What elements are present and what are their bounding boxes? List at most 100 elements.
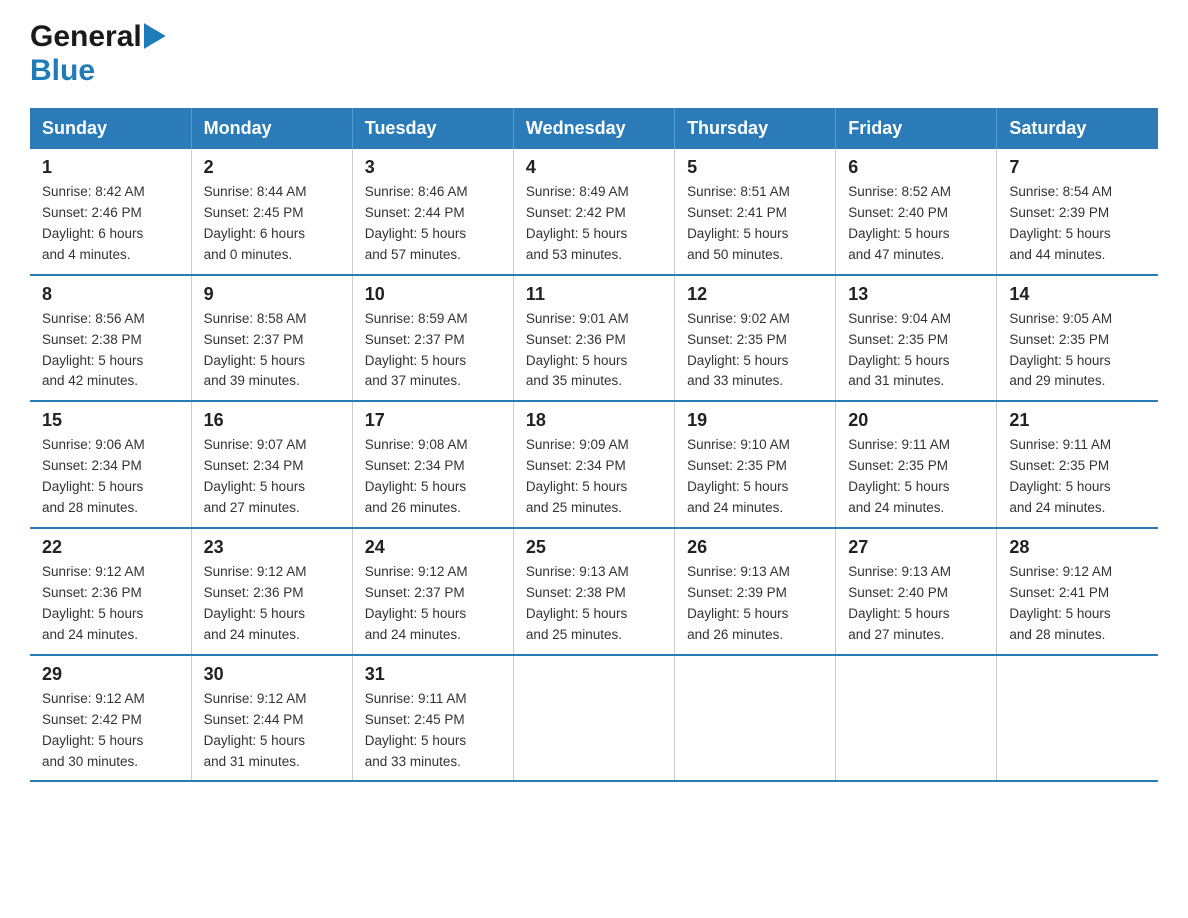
calendar-cell: 7Sunrise: 8:54 AM Sunset: 2:39 PM Daylig… <box>997 149 1158 275</box>
logo: General Blue <box>30 20 166 88</box>
day-number: 17 <box>365 410 501 431</box>
calendar-week-row: 1 Sunrise: 8:42 AM Sunset: 2:46 PM Daylig… <box>30 149 1158 275</box>
calendar-cell: 22Sunrise: 9:12 AM Sunset: 2:36 PM Dayli… <box>30 528 191 655</box>
day-number: 9 <box>204 284 340 305</box>
calendar-cell: 13 Sunrise: 9:04 AM Sunset: 2:35 PM Dayli… <box>836 275 997 402</box>
calendar-day-header: Saturday <box>997 108 1158 149</box>
calendar-cell <box>836 655 997 782</box>
day-number: 31 <box>365 664 501 685</box>
day-info: Sunrise: 9:09 AM Sunset: 2:34 PM Dayligh… <box>526 435 662 519</box>
day-number: 1 <box>42 157 179 178</box>
day-number: 19 <box>687 410 823 431</box>
day-info: Sunrise: 9:12 AM Sunset: 2:36 PM Dayligh… <box>42 562 179 646</box>
day-number: 24 <box>365 537 501 558</box>
day-number: 30 <box>204 664 340 685</box>
calendar-cell: 17 Sunrise: 9:08 AM Sunset: 2:34 PM Dayli… <box>352 401 513 528</box>
day-info: Sunrise: 9:12 AM Sunset: 2:42 PM Dayligh… <box>42 689 179 773</box>
day-info: Sunrise: 9:13 AM Sunset: 2:40 PM Dayligh… <box>848 562 984 646</box>
day-number: 18 <box>526 410 662 431</box>
day-info: Sunrise: 9:04 AM Sunset: 2:35 PM Dayligh… <box>848 309 984 393</box>
day-number: 3 <box>365 157 501 178</box>
day-number: 27 <box>848 537 984 558</box>
day-info: Sunrise: 9:06 AM Sunset: 2:34 PM Dayligh… <box>42 435 179 519</box>
day-info: Sunrise: 9:07 AM Sunset: 2:34 PM Dayligh… <box>204 435 340 519</box>
calendar-cell: 29 Sunrise: 9:12 AM Sunset: 2:42 PM Dayli… <box>30 655 191 782</box>
day-info: Sunrise: 9:12 AM Sunset: 2:36 PM Dayligh… <box>204 562 340 646</box>
calendar-day-header: Wednesday <box>513 108 674 149</box>
calendar-cell: 21Sunrise: 9:11 AM Sunset: 2:35 PM Dayli… <box>997 401 1158 528</box>
calendar-cell: 1 Sunrise: 8:42 AM Sunset: 2:46 PM Daylig… <box>30 149 191 275</box>
calendar-week-row: 8 Sunrise: 8:56 AM Sunset: 2:38 PM Daylig… <box>30 275 1158 402</box>
calendar-cell: 20Sunrise: 9:11 AM Sunset: 2:35 PM Dayli… <box>836 401 997 528</box>
day-number: 14 <box>1009 284 1146 305</box>
calendar-week-row: 15Sunrise: 9:06 AM Sunset: 2:34 PM Dayli… <box>30 401 1158 528</box>
day-info: Sunrise: 9:13 AM Sunset: 2:38 PM Dayligh… <box>526 562 662 646</box>
day-number: 7 <box>1009 157 1146 178</box>
day-info: Sunrise: 9:10 AM Sunset: 2:35 PM Dayligh… <box>687 435 823 519</box>
calendar-cell: 10 Sunrise: 8:59 AM Sunset: 2:37 PM Dayli… <box>352 275 513 402</box>
calendar-cell: 18 Sunrise: 9:09 AM Sunset: 2:34 PM Dayli… <box>513 401 674 528</box>
day-info: Sunrise: 8:58 AM Sunset: 2:37 PM Dayligh… <box>204 309 340 393</box>
day-number: 26 <box>687 537 823 558</box>
day-info: Sunrise: 8:51 AM Sunset: 2:41 PM Dayligh… <box>687 182 823 266</box>
day-number: 6 <box>848 157 984 178</box>
day-number: 12 <box>687 284 823 305</box>
calendar-day-header: Tuesday <box>352 108 513 149</box>
calendar-day-header: Monday <box>191 108 352 149</box>
calendar-day-header: Sunday <box>30 108 191 149</box>
calendar-cell <box>997 655 1158 782</box>
calendar-cell: 31 Sunrise: 9:11 AM Sunset: 2:45 PM Dayli… <box>352 655 513 782</box>
day-number: 2 <box>204 157 340 178</box>
day-info: Sunrise: 9:12 AM Sunset: 2:37 PM Dayligh… <box>365 562 501 646</box>
day-info: Sunrise: 8:49 AM Sunset: 2:42 PM Dayligh… <box>526 182 662 266</box>
calendar-cell: 4 Sunrise: 8:49 AM Sunset: 2:42 PM Daylig… <box>513 149 674 275</box>
calendar-cell <box>675 655 836 782</box>
calendar-cell: 28 Sunrise: 9:12 AM Sunset: 2:41 PM Dayli… <box>997 528 1158 655</box>
day-info: Sunrise: 9:08 AM Sunset: 2:34 PM Dayligh… <box>365 435 501 519</box>
day-number: 20 <box>848 410 984 431</box>
calendar-cell: 27 Sunrise: 9:13 AM Sunset: 2:40 PM Dayli… <box>836 528 997 655</box>
day-number: 29 <box>42 664 179 685</box>
calendar-week-row: 29 Sunrise: 9:12 AM Sunset: 2:42 PM Dayli… <box>30 655 1158 782</box>
day-number: 11 <box>526 284 662 305</box>
day-number: 10 <box>365 284 501 305</box>
day-info: Sunrise: 9:02 AM Sunset: 2:35 PM Dayligh… <box>687 309 823 393</box>
calendar-cell: 15Sunrise: 9:06 AM Sunset: 2:34 PM Dayli… <box>30 401 191 528</box>
day-info: Sunrise: 8:44 AM Sunset: 2:45 PM Dayligh… <box>204 182 340 266</box>
calendar-cell: 30Sunrise: 9:12 AM Sunset: 2:44 PM Dayli… <box>191 655 352 782</box>
calendar-cell: 25 Sunrise: 9:13 AM Sunset: 2:38 PM Dayli… <box>513 528 674 655</box>
calendar-cell: 9 Sunrise: 8:58 AM Sunset: 2:37 PM Daylig… <box>191 275 352 402</box>
day-number: 23 <box>204 537 340 558</box>
day-info: Sunrise: 8:46 AM Sunset: 2:44 PM Dayligh… <box>365 182 501 266</box>
calendar-cell: 14 Sunrise: 9:05 AM Sunset: 2:35 PM Dayli… <box>997 275 1158 402</box>
calendar-cell: 8 Sunrise: 8:56 AM Sunset: 2:38 PM Daylig… <box>30 275 191 402</box>
calendar-week-row: 22Sunrise: 9:12 AM Sunset: 2:36 PM Dayli… <box>30 528 1158 655</box>
calendar-cell: 12 Sunrise: 9:02 AM Sunset: 2:35 PM Dayli… <box>675 275 836 402</box>
day-info: Sunrise: 9:12 AM Sunset: 2:41 PM Dayligh… <box>1009 562 1146 646</box>
day-number: 8 <box>42 284 179 305</box>
page-header: General Blue <box>30 20 1158 88</box>
day-number: 28 <box>1009 537 1146 558</box>
calendar-cell: 6 Sunrise: 8:52 AM Sunset: 2:40 PM Daylig… <box>836 149 997 275</box>
calendar-cell: 19 Sunrise: 9:10 AM Sunset: 2:35 PM Dayli… <box>675 401 836 528</box>
day-info: Sunrise: 9:05 AM Sunset: 2:35 PM Dayligh… <box>1009 309 1146 393</box>
calendar-cell: 5Sunrise: 8:51 AM Sunset: 2:41 PM Daylig… <box>675 149 836 275</box>
day-info: Sunrise: 9:13 AM Sunset: 2:39 PM Dayligh… <box>687 562 823 646</box>
day-info: Sunrise: 9:11 AM Sunset: 2:45 PM Dayligh… <box>365 689 501 773</box>
calendar-table: SundayMondayTuesdayWednesdayThursdayFrid… <box>30 108 1158 782</box>
logo-blue-text: Blue <box>30 54 95 87</box>
day-number: 13 <box>848 284 984 305</box>
calendar-cell: 2 Sunrise: 8:44 AM Sunset: 2:45 PM Daylig… <box>191 149 352 275</box>
calendar-day-header: Friday <box>836 108 997 149</box>
day-number: 25 <box>526 537 662 558</box>
day-info: Sunrise: 8:52 AM Sunset: 2:40 PM Dayligh… <box>848 182 984 266</box>
day-info: Sunrise: 9:11 AM Sunset: 2:35 PM Dayligh… <box>1009 435 1146 519</box>
day-number: 4 <box>526 157 662 178</box>
day-info: Sunrise: 8:59 AM Sunset: 2:37 PM Dayligh… <box>365 309 501 393</box>
calendar-cell <box>513 655 674 782</box>
day-number: 16 <box>204 410 340 431</box>
day-info: Sunrise: 8:56 AM Sunset: 2:38 PM Dayligh… <box>42 309 179 393</box>
calendar-cell: 26 Sunrise: 9:13 AM Sunset: 2:39 PM Dayli… <box>675 528 836 655</box>
day-info: Sunrise: 8:42 AM Sunset: 2:46 PM Dayligh… <box>42 182 179 266</box>
calendar-cell: 24 Sunrise: 9:12 AM Sunset: 2:37 PM Dayli… <box>352 528 513 655</box>
